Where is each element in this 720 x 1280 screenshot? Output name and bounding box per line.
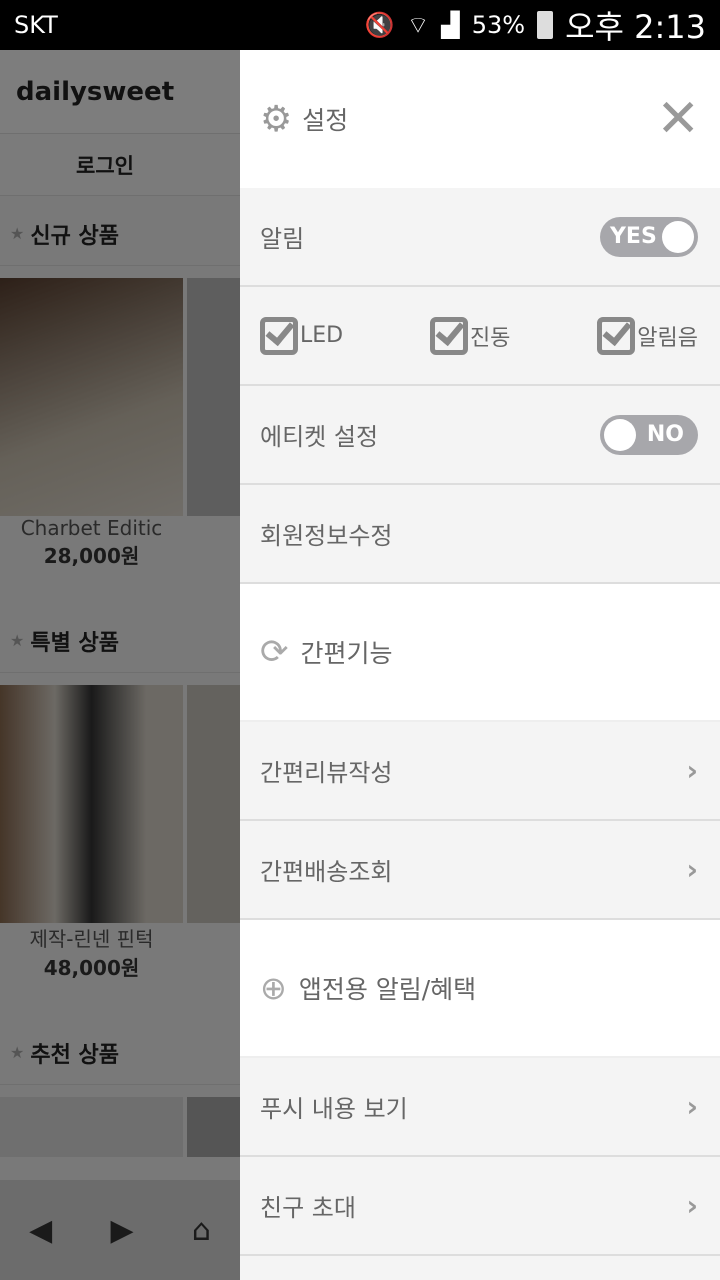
app-section-header: ⊕ 앱전용 알림/혜택 xyxy=(240,920,720,1058)
crosshair-plus-icon: ⊕ xyxy=(260,969,287,1007)
carrier: SKT xyxy=(14,11,58,39)
etiquette-label: 에티켓 설정 xyxy=(260,423,379,451)
product-price: 28,000원 xyxy=(43,544,140,568)
product-price: 48,000원 xyxy=(43,956,140,980)
star-icon: ★ xyxy=(10,224,25,243)
chevron-right-icon: › xyxy=(686,1090,698,1123)
etiquette-row: 에티켓 설정 NO xyxy=(240,386,720,485)
section-title: 특별 상품 xyxy=(30,630,119,656)
gear-icon: ⚙ xyxy=(260,98,293,140)
star-icon: ★ xyxy=(10,1043,25,1062)
product-name: Charbet Editic xyxy=(20,516,163,540)
section-title: 신규 상품 xyxy=(30,223,119,249)
checkbox-icon xyxy=(260,316,298,355)
forward-icon[interactable]: ▶ xyxy=(110,1213,133,1248)
vibrate-checkbox[interactable]: 진동 xyxy=(429,316,511,355)
notify-row: 알림 YES xyxy=(240,188,720,287)
checkbox-icon xyxy=(429,316,468,355)
status-bar: SKT 🔇 ⌔ ▟ 53% 오후 2:13 xyxy=(0,0,720,50)
mute-icon: 🔇 xyxy=(364,11,395,39)
notify-toggle[interactable]: YES xyxy=(600,216,698,257)
settings-drawer: ⚙ 설정 ✕ 알림 YES LED 진동 알림음 에티켓 설정 NO 회원정보수정… xyxy=(240,50,720,1280)
wifi-icon: ⌔ xyxy=(406,11,430,39)
notify-options: LED 진동 알림음 xyxy=(240,287,720,386)
signal-icon: ▟ xyxy=(441,11,460,39)
section-title: 간편기능 xyxy=(300,639,393,668)
sound-checkbox[interactable]: 알림음 xyxy=(597,316,698,355)
quick-section-header: ⟳ 간편기능 xyxy=(240,584,720,722)
row-label: 푸시 내용 보기 xyxy=(260,1095,408,1123)
member-edit-label: 회원정보수정 xyxy=(260,522,393,550)
member-edit-row[interactable]: 회원정보수정 xyxy=(240,485,720,584)
section-title: 앱전용 알림/혜택 xyxy=(298,975,477,1004)
home-icon[interactable]: ⌂ xyxy=(192,1213,211,1248)
bottom-nav: ◀ ▶ ⌂ xyxy=(0,1180,240,1280)
chevron-right-icon: › xyxy=(686,1189,698,1222)
product-name: 제작-린넨 핀턱 xyxy=(29,927,154,951)
section-title: 추천 상품 xyxy=(30,1042,119,1068)
close-icon[interactable]: ✕ xyxy=(656,89,700,149)
checkbox-label: LED xyxy=(300,323,344,348)
checkbox-icon xyxy=(597,316,636,355)
quick-review-row[interactable]: 간편리뷰작성 › xyxy=(240,722,720,821)
battery-icon xyxy=(537,11,554,39)
star-icon: ★ xyxy=(10,631,25,650)
chevron-right-icon: › xyxy=(686,754,698,787)
drawer-title: 설정 xyxy=(302,106,349,135)
row-label: 친구 초대 xyxy=(260,1194,356,1222)
row-label: 간편리뷰작성 xyxy=(260,759,393,787)
led-checkbox[interactable]: LED xyxy=(260,316,344,355)
product-card[interactable]: 제작-린넨 핀턱 48,000원 xyxy=(0,685,183,981)
etiquette-toggle[interactable]: NO xyxy=(600,414,698,455)
back-icon[interactable]: ◀ xyxy=(29,1213,52,1248)
battery-percent: 53% xyxy=(471,11,526,39)
invite-friend-row[interactable]: 친구 초대 › xyxy=(240,1157,720,1256)
quick-delivery-row[interactable]: 간편배송조회 › xyxy=(240,821,720,920)
drawer-header: ⚙ 설정 ✕ xyxy=(240,50,720,188)
toggle-text: YES xyxy=(610,224,657,249)
clock: 오후 2:13 xyxy=(565,8,706,46)
notify-label: 알림 xyxy=(260,225,305,253)
login-link[interactable]: 로그인 xyxy=(0,150,160,180)
checkbox-label: 진동 xyxy=(469,325,511,351)
chevron-right-icon: › xyxy=(686,853,698,886)
row-label: 간편배송조회 xyxy=(260,858,393,886)
toggle-text: NO xyxy=(646,422,684,447)
product-card[interactable]: Charbet Editic 28,000원 xyxy=(0,278,183,569)
refresh-icon: ⟳ xyxy=(260,632,289,672)
product-card[interactable] xyxy=(0,1097,183,1157)
checkbox-label: 알림음 xyxy=(637,325,698,351)
push-content-row[interactable]: 푸시 내용 보기 › xyxy=(240,1058,720,1157)
